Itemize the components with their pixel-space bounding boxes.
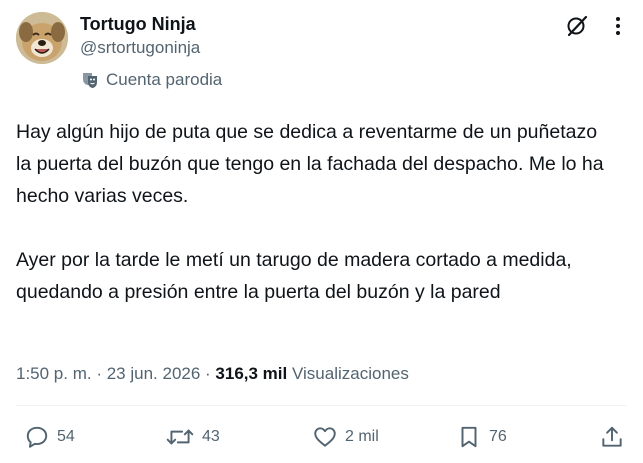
- grok-icon[interactable]: [565, 14, 589, 38]
- tweet-text: Hay algún hijo de puta que se dedica a r…: [16, 121, 604, 303]
- like-count: 2 mil: [345, 428, 379, 445]
- meta-separator: ·: [91, 364, 107, 383]
- retweet-icon: [165, 424, 195, 450]
- reply-count: 54: [57, 428, 75, 445]
- retweet-button[interactable]: 43: [165, 424, 220, 450]
- bookmark-count: 76: [489, 428, 507, 445]
- tweet-time[interactable]: 1:50 p. m.: [16, 364, 92, 383]
- views-count: 316,3 mil: [215, 364, 288, 383]
- heart-icon: [312, 424, 338, 450]
- divider: [16, 405, 627, 406]
- author-block: Tortugo Ninja @srtortugoninja: [80, 12, 200, 60]
- views-label: Visualizaciones: [291, 364, 409, 383]
- dog-avatar-image: [16, 12, 68, 64]
- reply-icon: [24, 424, 50, 450]
- retweet-count: 43: [202, 428, 220, 445]
- share-button[interactable]: [599, 424, 625, 450]
- header-actions: [565, 14, 629, 38]
- more-icon[interactable]: [607, 15, 629, 37]
- meta-separator-2: ·: [200, 364, 216, 383]
- reply-button[interactable]: 54: [24, 424, 75, 450]
- display-name[interactable]: Tortugo Ninja: [80, 12, 200, 36]
- tweet-date[interactable]: 23 jun. 2026: [107, 364, 201, 383]
- tweet-meta: 1:50 p. m. · 23 jun. 2026 · 316,3 mil Vi…: [16, 362, 409, 386]
- like-button[interactable]: 2 mil: [312, 424, 379, 450]
- parody-label: Cuenta parodia: [80, 70, 222, 90]
- share-icon: [599, 424, 625, 450]
- bookmark-button[interactable]: 76: [456, 424, 507, 450]
- handle[interactable]: @srtortugoninja: [80, 36, 200, 60]
- bookmark-icon: [456, 424, 482, 450]
- action-bar: 54 43 2 mil 76: [0, 424, 643, 456]
- parody-label-text: Cuenta parodia: [106, 70, 223, 89]
- avatar[interactable]: [16, 12, 68, 64]
- parody-mask-icon: [80, 70, 100, 90]
- tweet-card: Tortugo Ninja @srtortugoninja Cuenta par…: [0, 0, 643, 463]
